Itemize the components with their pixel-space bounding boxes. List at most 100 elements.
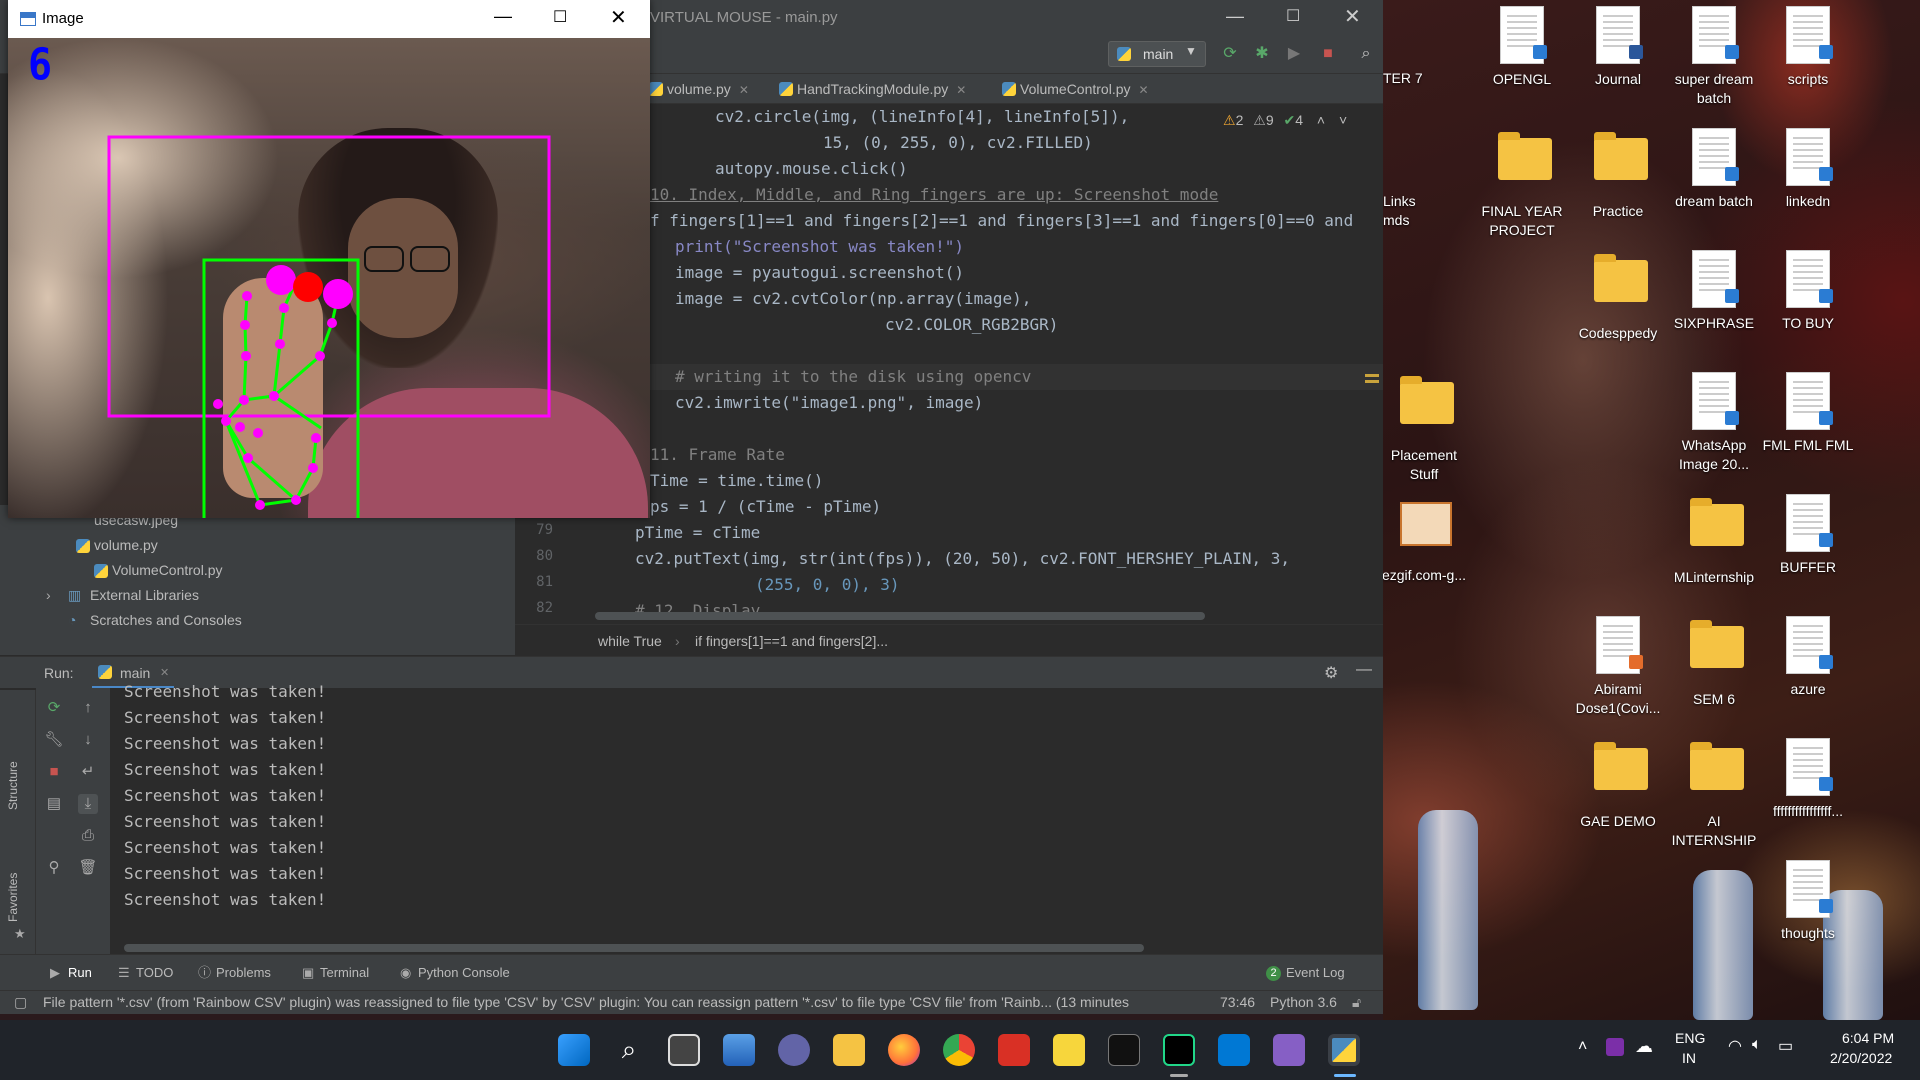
widgets-icon[interactable]: [723, 1034, 755, 1066]
tool-tab-run[interactable]: ▶ Run: [48, 955, 92, 991]
cloud-icon[interactable]: ☁: [1635, 1036, 1653, 1057]
wifi-icon[interactable]: ◠: [1728, 1036, 1742, 1056]
horizontal-scrollbar[interactable]: [595, 612, 1205, 620]
clock-time[interactable]: 6:04 PM: [1842, 1030, 1894, 1046]
chevron-up-icon[interactable]: ˄: [1578, 1038, 1587, 1056]
close-tab-icon[interactable]: ✕: [160, 666, 169, 679]
desktop-icon[interactable]: FML FML FML: [1762, 372, 1854, 455]
desktop-icon[interactable]: azure: [1762, 616, 1854, 699]
trash-icon[interactable]: 🗑︎: [78, 858, 98, 878]
desktop-icon[interactable]: FINAL YEAR PROJECT: [1476, 128, 1568, 240]
desktop-icon[interactable]: SEM 6: [1668, 616, 1760, 709]
breadcrumb-item[interactable]: if fingers[1]==1 and fingers[2]...: [695, 633, 888, 649]
tool-tab-todo[interactable]: ☰ TODO: [116, 955, 173, 991]
inspection-widget[interactable]: ⚠2 ⚠9 ✔4 ˄ ˅: [1223, 112, 1347, 129]
tree-external-libraries[interactable]: External Libraries: [90, 587, 199, 603]
minimize-icon[interactable]: —: [1226, 6, 1244, 27]
vscode-icon[interactable]: [1218, 1034, 1250, 1066]
maximize-icon[interactable]: ☐: [553, 7, 567, 27]
desktop-icon[interactable]: TO BUY: [1762, 250, 1854, 333]
arrow-up-icon[interactable]: ↑: [78, 698, 98, 718]
event-log-tab[interactable]: 2 Event Log: [1266, 955, 1345, 991]
close-tab-icon[interactable]: ✕: [739, 83, 749, 97]
pin-icon[interactable]: ⚲: [44, 858, 64, 878]
clock-date[interactable]: 2/20/2022: [1830, 1050, 1892, 1066]
chevron-right-icon[interactable]: ›: [46, 587, 51, 603]
start-icon[interactable]: [558, 1034, 590, 1066]
breadcrumb-item[interactable]: while True: [598, 633, 662, 649]
structure-tab[interactable]: Structure: [6, 730, 20, 810]
tree-scratches[interactable]: Scratches and Consoles: [90, 612, 242, 628]
firefox-icon[interactable]: [888, 1034, 920, 1066]
layout-icon[interactable]: ▤: [44, 794, 64, 814]
scroll-to-end-icon[interactable]: ⤓: [78, 794, 98, 814]
run-config-select[interactable]: main ▼: [1108, 41, 1206, 67]
tab-volumecontrol[interactable]: VolumeControl.py ✕: [998, 74, 1149, 104]
desktop-icon[interactable]: SIXPHRASE: [1668, 250, 1760, 333]
minimize-icon[interactable]: —: [494, 6, 512, 27]
stop-icon[interactable]: ■: [1318, 44, 1338, 64]
coverage-icon[interactable]: ▶: [1284, 44, 1304, 64]
desktop-icon[interactable]: Codesppedy: [1572, 250, 1664, 343]
language-primary[interactable]: ENG: [1675, 1030, 1705, 1046]
close-tab-icon[interactable]: ✕: [1139, 83, 1149, 97]
rerun-icon[interactable]: ⟳: [1220, 44, 1240, 64]
tree-file[interactable]: volume.py: [76, 537, 158, 553]
tab-volume[interactable]: volume.py ✕: [645, 74, 749, 104]
tree-file[interactable]: VolumeControl.py: [94, 562, 223, 578]
sticky-notes-icon[interactable]: [1053, 1034, 1085, 1066]
desktop-icon[interactable]: Practice: [1572, 128, 1664, 221]
tool-tab-python-console[interactable]: ◉ Python Console: [398, 955, 510, 991]
interpreter[interactable]: Python 3.6: [1270, 994, 1337, 1010]
desktop-icon[interactable]: GAE DEMO: [1572, 738, 1664, 831]
chevron-down-icon[interactable]: ˅: [1339, 112, 1347, 128]
desktop-icon[interactable]: super dream batch: [1668, 6, 1760, 108]
horizontal-scrollbar[interactable]: [124, 944, 1144, 952]
print-icon[interactable]: ⎙: [78, 826, 98, 846]
debug-icon[interactable]: ✱: [1252, 44, 1272, 64]
desktop-icon[interactable]: scripts: [1762, 6, 1854, 89]
file-explorer-icon[interactable]: [833, 1034, 865, 1066]
search-icon[interactable]: ⌕: [613, 1034, 645, 1066]
desktop-icon[interactable]: OPENGL: [1476, 6, 1568, 89]
language-secondary[interactable]: IN: [1682, 1050, 1696, 1066]
battery-icon[interactable]: ▭: [1778, 1036, 1793, 1056]
mail-icon[interactable]: [998, 1034, 1030, 1066]
terminal-icon[interactable]: [1108, 1034, 1140, 1066]
tab-handtracking[interactable]: HandTrackingModule.py ✕: [775, 74, 966, 104]
visual-studio-icon[interactable]: [1273, 1034, 1305, 1066]
rerun-icon[interactable]: ⟳: [44, 698, 64, 718]
python-app-icon[interactable]: [1328, 1034, 1360, 1066]
tool-tab-problems[interactable]: ⓘ Problems: [196, 955, 271, 991]
hide-icon[interactable]: —: [1356, 661, 1372, 679]
status-message[interactable]: File pattern '*.csv' (from 'Rainbow CSV'…: [43, 994, 1213, 1010]
desktop-icon[interactable]: BUFFER: [1762, 494, 1854, 577]
status-toggle-icon[interactable]: ▢: [14, 994, 27, 1011]
pycharm-icon[interactable]: [1163, 1034, 1195, 1066]
desktop-icon[interactable]: MLinternship: [1668, 494, 1760, 587]
arrow-down-icon[interactable]: ↓: [78, 730, 98, 750]
gear-icon[interactable]: ⚙: [1324, 663, 1338, 683]
task-view-icon[interactable]: [668, 1034, 700, 1066]
desktop-icon[interactable]: WhatsApp Image 20...: [1668, 372, 1760, 474]
close-tab-icon[interactable]: ✕: [956, 83, 966, 97]
cursor-position[interactable]: 73:46: [1220, 994, 1255, 1010]
favorites-tab[interactable]: Favorites: [6, 842, 20, 922]
stop-icon[interactable]: ■: [44, 762, 64, 782]
chrome-icon[interactable]: [943, 1034, 975, 1066]
desktop-icon[interactable]: Journal: [1572, 6, 1664, 89]
desktop-icon[interactable]: thoughts: [1762, 860, 1854, 943]
maximize-icon[interactable]: ☐: [1286, 6, 1300, 26]
wrench-icon[interactable]: 🔧︎: [44, 730, 64, 750]
close-icon[interactable]: ✕: [610, 5, 627, 30]
desktop-icon[interactable]: dream batch: [1668, 128, 1760, 211]
teams-chat-icon[interactable]: [778, 1034, 810, 1066]
desktop-icon[interactable]: AI INTERNSHIP: [1668, 738, 1760, 850]
chevron-up-icon[interactable]: ˄: [1317, 112, 1325, 128]
lock-icon[interactable]: 🔓︎: [1352, 994, 1361, 1011]
soft-wrap-icon[interactable]: ↵: [78, 762, 98, 782]
desktop-icon[interactable]: Abirami Dose1(Covi...: [1572, 616, 1664, 718]
close-icon[interactable]: ✕: [1344, 4, 1361, 29]
tool-tab-terminal[interactable]: ▣ Terminal: [300, 955, 369, 991]
desktop-icon[interactable]: ezgif.com-g...: [1378, 494, 1470, 585]
